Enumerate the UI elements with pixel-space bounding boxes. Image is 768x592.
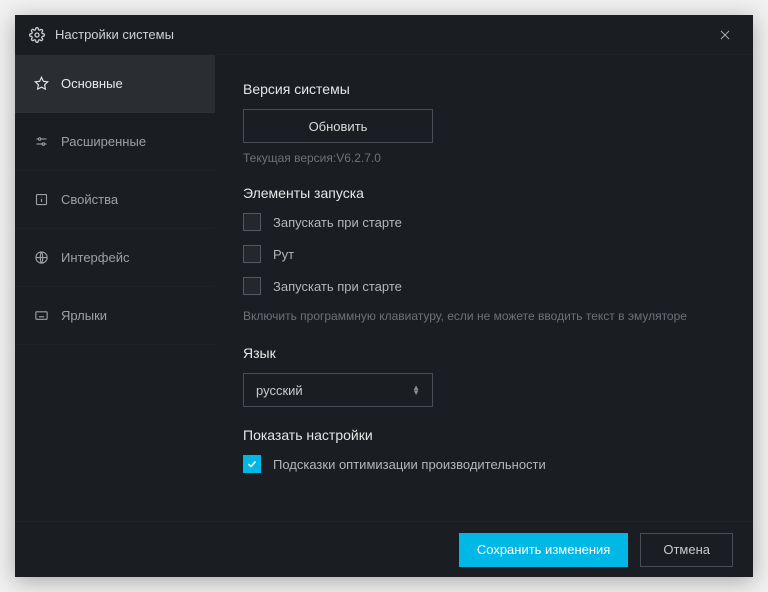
sidebar-item-label: Свойства [61,192,118,207]
startup-section-title: Элементы запуска [243,185,725,201]
chevron-updown-icon: ▲▼ [412,385,420,395]
close-button[interactable] [711,21,739,49]
version-section-title: Версия системы [243,81,725,97]
globe-icon [33,250,49,266]
sidebar-item-label: Расширенные [61,134,146,149]
titlebar: Настройки системы [15,15,753,55]
checkbox-root[interactable]: Рут [243,245,725,263]
language-section-title: Язык [243,345,725,361]
keyboard-icon [33,308,49,324]
sidebar-item-advanced[interactable]: Расширенные [15,113,215,171]
checkbox-box [243,455,261,473]
star-icon [33,76,49,92]
show-settings-title: Показать настройки [243,427,725,443]
sidebar-item-shortcuts[interactable]: Ярлыки [15,287,215,345]
keyboard-hint-text: Включить программную клавиатуру, если не… [243,307,725,325]
checkbox-box [243,277,261,295]
settings-window: Настройки системы Основные [15,15,753,577]
checkbox-launch-on-start[interactable]: Запускать при старте [243,213,725,231]
sliders-icon [33,134,49,150]
window-title: Настройки системы [55,27,174,42]
gear-icon [29,27,45,43]
checkbox-label: Запускать при старте [273,279,402,294]
sidebar: Основные Расширенные Свойства [15,55,215,521]
language-select[interactable]: русский ▲▼ [243,373,433,407]
cancel-button[interactable]: Отмена [640,533,733,567]
checkbox-box [243,245,261,263]
sidebar-item-label: Основные [61,76,123,91]
sidebar-item-label: Интерфейс [61,250,129,265]
sidebar-item-properties[interactable]: Свойства [15,171,215,229]
sidebar-item-label: Ярлыки [61,308,107,323]
current-version-text: Текущая версия:V6.2.7.0 [243,151,725,165]
checkbox-perf-hints[interactable]: Подсказки оптимизации производительности [243,455,725,473]
checkbox-label: Рут [273,247,294,262]
checkbox-label: Запускать при старте [273,215,402,230]
save-button[interactable]: Сохранить изменения [459,533,629,567]
content-area: Версия системы Обновить Текущая версия:V… [215,55,753,521]
checkbox-label: Подсказки оптимизации производительности [273,457,546,472]
checkbox-launch-on-start-2[interactable]: Запускать при старте [243,277,725,295]
footer: Сохранить изменения Отмена [15,521,753,577]
info-icon [33,192,49,208]
update-button[interactable]: Обновить [243,109,433,143]
language-value: русский [256,383,303,398]
sidebar-item-interface[interactable]: Интерфейс [15,229,215,287]
sidebar-item-general[interactable]: Основные [15,55,215,113]
checkbox-box [243,213,261,231]
